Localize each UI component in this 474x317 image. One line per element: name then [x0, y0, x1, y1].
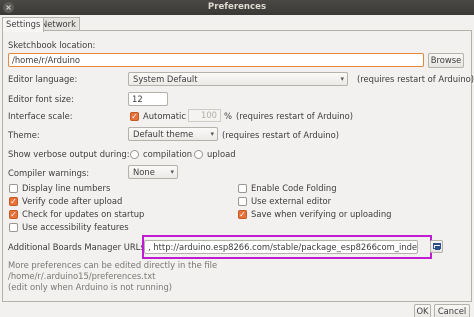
chevron-down-icon: ▾: [210, 130, 214, 138]
save-when-verifying-label: Save when verifying or uploading: [251, 209, 392, 219]
check-icon: ✓: [131, 112, 138, 121]
theme-label: Theme:: [8, 130, 40, 140]
check-icon: ✓: [10, 197, 17, 206]
window-icon[interactable]: [430, 240, 443, 253]
boards-manager-label: Additional Boards Manager URLs:: [8, 242, 148, 252]
percent-unit: %: [224, 111, 232, 121]
window-title: Preferences: [207, 2, 267, 12]
interface-scale-spinner[interactable]: 100: [188, 109, 221, 122]
accessibility-checkbox[interactable]: [9, 223, 18, 232]
editor-language-value: System Default: [133, 74, 198, 84]
verbose-label: Show verbose output during:: [8, 149, 130, 159]
compiler-warnings-value: None: [133, 167, 155, 177]
compiler-warnings-label: Compiler warnings:: [8, 168, 90, 178]
upload-label: upload: [207, 149, 236, 159]
title-bar: × Preferences: [0, 0, 474, 15]
chevron-down-icon: ▾: [340, 75, 344, 83]
editor-language-label: Editor language:: [8, 74, 78, 84]
check-icon: ✓: [239, 210, 246, 219]
sketchbook-label: Sketchbook location:: [8, 40, 96, 50]
verify-code-label: Verify code after upload: [22, 196, 123, 206]
automatic-label: Automatic: [143, 111, 186, 121]
interface-scale-label: Interface scale:: [8, 111, 73, 121]
display-line-numbers-label: Display line numbers: [22, 183, 111, 193]
editor-font-size-input[interactable]: 12: [128, 92, 168, 106]
accessibility-label: Use accessibility features: [22, 222, 129, 232]
preferences-file-path: /home/r/.arduino15/preferences.txt: [8, 271, 156, 281]
code-folding-checkbox[interactable]: [238, 184, 247, 193]
editor-language-select[interactable]: System Default ▾: [128, 72, 348, 86]
window-fill-shape: [435, 246, 440, 250]
browse-button[interactable]: Browse: [428, 53, 464, 68]
highlight-box: [142, 235, 432, 259]
verify-code-checkbox[interactable]: ✓: [9, 197, 18, 206]
check-icon: ✓: [10, 210, 17, 219]
external-editor-checkbox[interactable]: [238, 197, 247, 206]
display-line-numbers-checkbox[interactable]: [9, 184, 18, 193]
editor-font-size-label: Editor font size:: [8, 94, 74, 104]
external-editor-label: Use external editor: [251, 196, 332, 206]
chevron-down-icon: ▾: [170, 168, 174, 176]
sketchbook-location-input[interactable]: /home/r/Arduino: [8, 53, 424, 67]
save-when-verifying-checkbox[interactable]: ✓: [238, 210, 247, 219]
interface-scale-note: (requires restart of Arduino): [236, 111, 354, 121]
cancel-button[interactable]: Cancel: [434, 304, 470, 317]
tab-settings[interactable]: Settings: [2, 17, 45, 32]
compilation-checkbox[interactable]: [130, 150, 139, 159]
close-icon[interactable]: ×: [3, 2, 14, 13]
footer-line-3: (edit only when Arduino is not running): [8, 282, 173, 292]
check-updates-checkbox[interactable]: ✓: [9, 210, 18, 219]
compilation-label: compilation: [143, 149, 193, 159]
upload-checkbox[interactable]: [194, 150, 203, 159]
ok-button[interactable]: OK: [414, 304, 431, 317]
theme-note: (requires restart of Arduino): [222, 130, 340, 140]
theme-value: Default theme: [133, 129, 194, 139]
code-folding-label: Enable Code Folding: [251, 183, 337, 193]
check-updates-label: Check for updates on startup: [22, 209, 145, 219]
footer-line-1: More preferences can be edited directly …: [8, 260, 218, 270]
editor-language-note: (requires restart of Arduino): [357, 74, 474, 84]
theme-select[interactable]: Default theme ▾: [128, 127, 218, 141]
automatic-scale-checkbox[interactable]: ✓: [130, 112, 139, 121]
compiler-warnings-select[interactable]: None ▾: [128, 165, 178, 179]
